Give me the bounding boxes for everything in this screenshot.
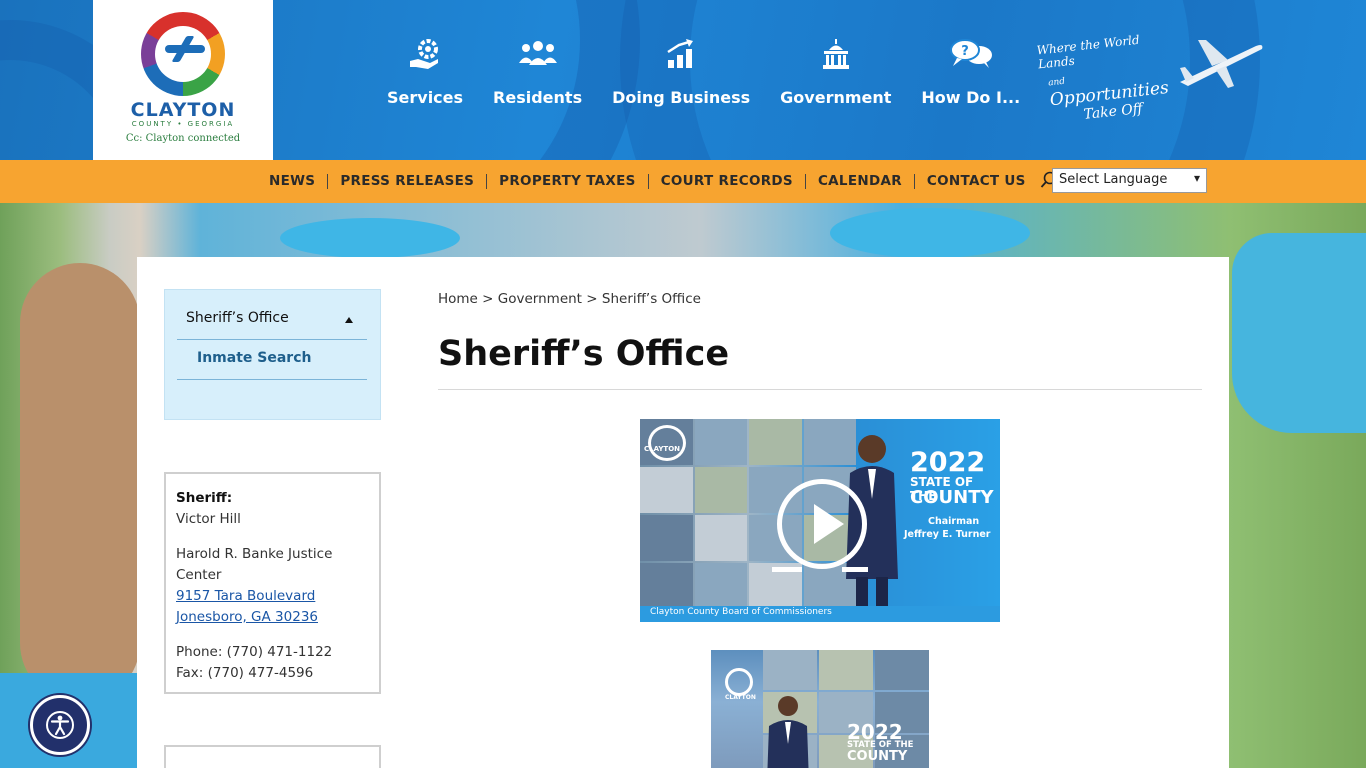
video-year: 2022 — [910, 447, 986, 478]
nav-doing-business[interactable]: Doing Business — [597, 36, 765, 107]
sidebar-section-header[interactable]: Sheriff’s Office — [177, 302, 367, 340]
logo-tagline: Cc: Clayton connected — [125, 133, 241, 144]
logo-globe-icon — [141, 12, 225, 96]
video-chair-name: Jeffrey E. Turner — [904, 529, 991, 540]
video-subtitle-large: COUNTY — [910, 487, 994, 508]
nav-government-label: Government — [780, 88, 892, 107]
thumbnail-logo-text: CLAYTON — [725, 694, 756, 701]
fax-number: Fax: (770) 477-4596 — [176, 665, 314, 681]
sidebar-section-title: Sheriff’s Office — [186, 310, 289, 326]
accessibility-button[interactable] — [30, 695, 90, 755]
nav-doing-business-label: Doing Business — [612, 88, 751, 107]
utility-nav: NEWS PRESS RELEASES PROPERTY TAXES COURT… — [257, 160, 1058, 203]
sidebar-link-inmate-search[interactable]: Inmate Search — [177, 342, 367, 380]
util-link-press-releases[interactable]: PRESS RELEASES — [328, 174, 488, 189]
airplane-icon — [1176, 38, 1266, 94]
sheriff-label: Sheriff: — [176, 490, 233, 506]
util-link-court-records[interactable]: COURT RECORDS — [649, 174, 806, 189]
secondary-info-box — [164, 745, 381, 768]
chevron-down-icon: ▾ — [1193, 171, 1200, 185]
building-line2: Center — [176, 567, 222, 583]
phone-number: Phone: (770) 471-1122 — [176, 644, 333, 660]
people-icon — [493, 36, 582, 72]
slogan: Where the World Lands and Opportunities … — [1036, 29, 1184, 127]
util-link-contact-us[interactable]: CONTACT US — [915, 174, 1038, 189]
logo-subtitle: COUNTY • GEORGIA — [131, 120, 235, 128]
nav-services[interactable]: Services — [372, 36, 478, 107]
growth-chart-icon — [612, 36, 750, 72]
util-link-calendar[interactable]: CALENDAR — [806, 174, 915, 189]
state-of-county-video[interactable]: CLAYTON 2022 STATE OF THE COUNTY Chairma… — [640, 419, 1000, 622]
nav-how-do-i-label: How Do I... — [921, 88, 1021, 107]
clayton-logo-icon — [648, 425, 686, 461]
title-divider — [438, 389, 1202, 390]
chairman-photo — [767, 696, 809, 768]
page-title: Sheriff’s Office — [438, 334, 730, 374]
video-logo-text: CLAYTON — [644, 445, 680, 453]
nav-government[interactable]: Government — [765, 36, 906, 107]
video-chair-title: Chairman — [928, 516, 980, 527]
play-button-icon[interactable] — [777, 479, 867, 569]
address-link-line2[interactable]: Jonesboro, GA 30236 — [176, 609, 318, 625]
breadcrumb-current: Sheriff’s Office — [601, 291, 701, 307]
breadcrumb-government[interactable]: Government — [498, 291, 582, 307]
nav-residents[interactable]: Residents — [478, 36, 597, 107]
address-link-line1[interactable]: 9157 Tara Boulevard — [176, 588, 315, 604]
breadcrumb-separator: > — [586, 291, 598, 307]
language-select[interactable]: Select Language ▾ — [1052, 168, 1207, 193]
video-controls-decor — [772, 567, 802, 572]
site-header: CLAYTON COUNTY • GEORGIA Cc: Clayton con… — [0, 0, 1366, 160]
thumbnail-subtitle-large: COUNTY — [847, 749, 908, 764]
main-nav: Services Residents Doing Business Govern… — [372, 36, 1035, 107]
sheriff-name: Victor Hill — [176, 511, 241, 527]
nav-how-do-i[interactable]: ? How Do I... — [906, 36, 1035, 107]
slogan-line2-prefix: and — [1047, 76, 1066, 89]
breadcrumb-separator: > — [482, 291, 494, 307]
sidebar-subnav: Sheriff’s Office Inmate Search — [164, 289, 381, 420]
collapse-arrow-icon[interactable] — [345, 317, 353, 323]
nav-services-label: Services — [387, 88, 464, 107]
clayton-logo-icon — [725, 668, 753, 696]
nav-residents-label: Residents — [493, 88, 583, 107]
video-controls-decor — [842, 567, 868, 572]
site-logo[interactable]: CLAYTON COUNTY • GEORGIA Cc: Clayton con… — [93, 0, 273, 160]
gear-hand-icon — [387, 36, 463, 72]
contact-info-box: Sheriff: Victor Hill Harold R. Banke Jus… — [164, 472, 381, 694]
logo-name: CLAYTON — [130, 99, 236, 121]
breadcrumb-home[interactable]: Home — [438, 291, 478, 307]
video-footer-text: Clayton County Board of Commissioners — [650, 607, 832, 617]
util-link-news[interactable]: NEWS — [257, 174, 329, 189]
question-chat-icon: ? — [921, 36, 1020, 72]
capitol-building-icon — [780, 36, 891, 72]
svg-text:?: ? — [961, 44, 969, 59]
state-of-county-thumbnail[interactable]: CLAYTON 2022 STATE OF THE COUNTY — [711, 650, 929, 768]
accessibility-icon — [46, 711, 74, 739]
breadcrumb: Home > Government > Sheriff’s Office — [438, 291, 701, 307]
language-select-value: Select Language — [1059, 172, 1168, 187]
building-line1: Harold R. Banke Justice — [176, 546, 333, 562]
util-link-property-taxes[interactable]: PROPERTY TAXES — [487, 174, 649, 189]
